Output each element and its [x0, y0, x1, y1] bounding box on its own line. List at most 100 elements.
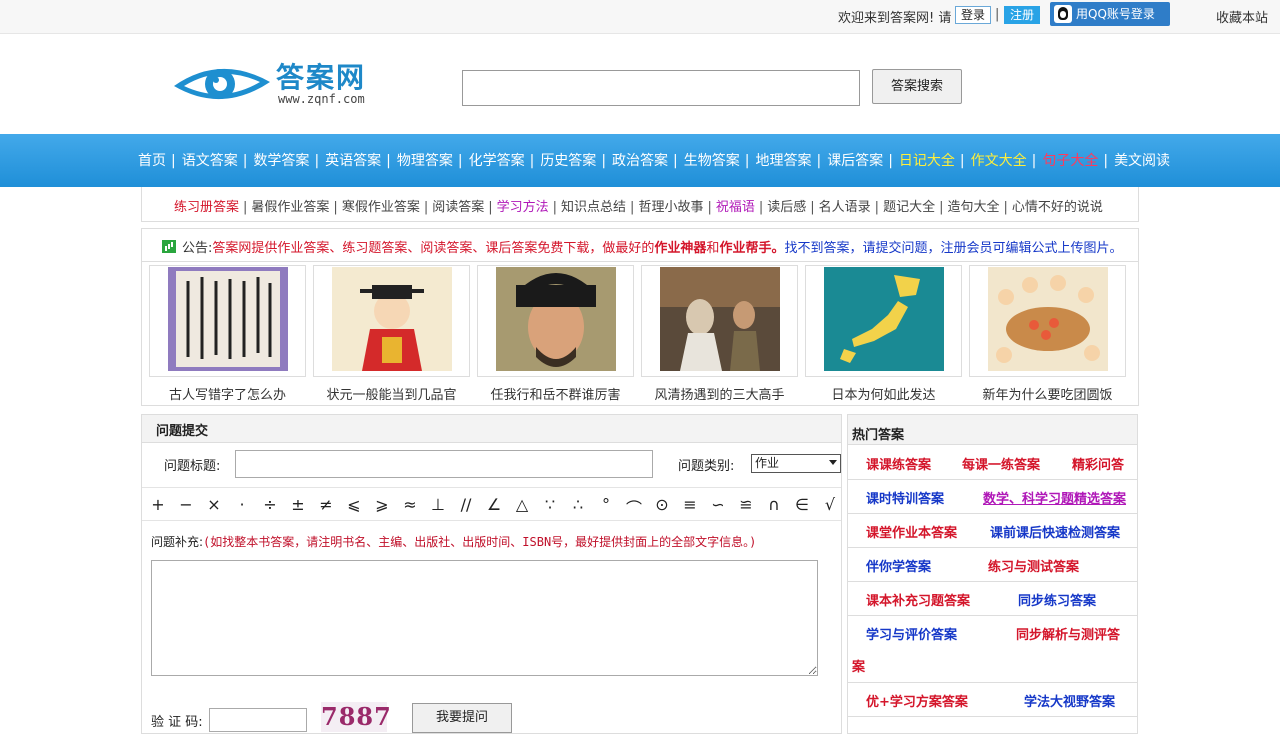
hot-answer-link[interactable]: 学习与评价答案 — [866, 624, 957, 643]
nav-item[interactable]: | 日记大全 — [883, 150, 955, 170]
nav-item[interactable]: | 生物答案 — [668, 150, 740, 170]
math-symbol-button[interactable]: // — [454, 495, 478, 514]
gallery-item[interactable] — [805, 265, 962, 377]
hot-answer-link[interactable]: 案 — [852, 656, 865, 675]
nav-item[interactable]: | 课后答案 — [811, 150, 883, 170]
nav-item[interactable]: | 英语答案 — [309, 150, 381, 170]
hot-answer-link[interactable]: 学法大视野答案 — [1024, 691, 1115, 710]
hot-answer-link[interactable]: 同步解析与测评答 — [1016, 624, 1120, 643]
qq-login-button[interactable]: 用QQ账号登录 — [1050, 2, 1170, 26]
math-symbol-button[interactable]: ∈ — [790, 495, 814, 514]
submit-question-button[interactable]: 我要提问 — [412, 703, 512, 733]
nav-item[interactable]: | 物理答案 — [381, 150, 453, 170]
math-symbol-button[interactable]: ≠ — [314, 495, 338, 514]
search-input[interactable] — [462, 70, 860, 106]
question-title-input[interactable] — [235, 450, 653, 478]
gallery-item[interactable] — [969, 265, 1126, 377]
math-symbol-button[interactable]: ⌒ — [622, 495, 646, 519]
gallery-item[interactable] — [477, 265, 634, 377]
subnav-item[interactable]: | 哲理小故事 — [626, 196, 703, 215]
register-button[interactable]: 注册 — [1004, 6, 1040, 24]
hot-answer-link[interactable]: 课堂作业本答案 — [866, 522, 957, 541]
math-symbol-button[interactable]: ° — [594, 495, 618, 514]
hot-answer-link[interactable]: 练习与测试答案 — [988, 556, 1079, 575]
math-symbol-button[interactable]: ÷ — [258, 495, 282, 514]
subnav-divider: | — [423, 200, 429, 215]
math-symbol-button[interactable]: ∵ — [538, 495, 562, 514]
math-symbol-button[interactable]: ≌ — [734, 495, 758, 514]
search-button[interactable]: 答案搜索 — [872, 69, 962, 104]
hot-answer-link[interactable]: 课课练答案 — [866, 454, 931, 473]
math-symbol-button[interactable]: ∽ — [706, 495, 730, 514]
captcha-image[interactable]: 7887 — [321, 702, 391, 732]
favorite-link[interactable]: 收藏本站 — [1216, 7, 1268, 26]
subnav-item[interactable]: | 寒假作业答案 — [329, 196, 419, 215]
math-symbol-button[interactable]: △ — [510, 495, 534, 514]
nav-item[interactable]: | 数学答案 — [238, 150, 310, 170]
nav-item[interactable]: | 历史答案 — [525, 150, 597, 170]
math-symbol-button[interactable]: ⊥ — [426, 495, 450, 514]
hot-answer-link[interactable]: 课本补充习题答案 — [866, 590, 970, 609]
gallery-item[interactable] — [149, 265, 306, 377]
subnav-item[interactable]: | 知识点总结 — [549, 196, 626, 215]
nav-divider: | — [1031, 153, 1037, 169]
hot-answer-link[interactable]: 精彩问答 — [1072, 454, 1124, 473]
subnav-item[interactable]: 练习册答案 — [174, 196, 239, 215]
math-symbol-button[interactable]: + — [146, 495, 170, 514]
math-symbol-button[interactable]: ⩽ — [342, 495, 366, 514]
nav-item[interactable]: | 美文阅读 — [1098, 150, 1170, 170]
math-symbol-button[interactable]: ∴ — [566, 495, 590, 514]
captcha-input[interactable] — [209, 708, 307, 732]
hot-answer-link[interactable]: 优+学习方案答案 — [866, 691, 968, 710]
supplement-textarea[interactable] — [151, 560, 818, 676]
math-symbol-button[interactable]: ∠ — [482, 495, 506, 514]
math-symbol-button[interactable]: √ — [818, 495, 842, 514]
subnav-item[interactable]: | 心情不好的说说 — [999, 196, 1102, 215]
gallery-item[interactable] — [641, 265, 798, 377]
subnav-item[interactable]: | 祝福语 — [703, 196, 754, 215]
hot-answer-link[interactable]: 课前课后快速检测答案 — [990, 522, 1120, 541]
gallery-item[interactable] — [313, 265, 470, 377]
nav-item[interactable]: | 地理答案 — [740, 150, 812, 170]
nav-item[interactable]: | 政治答案 — [596, 150, 668, 170]
subnav-item-label: 名人语录 — [818, 200, 871, 215]
subnav-item[interactable]: | 读后感 — [755, 196, 806, 215]
math-symbol-button[interactable]: ≡ — [678, 495, 702, 514]
math-symbol-button[interactable]: ± — [286, 495, 310, 514]
subnav-item[interactable]: | 阅读答案 — [420, 196, 484, 215]
subnav-item[interactable]: | 题记大全 — [871, 196, 935, 215]
hot-answers-panel: 热门答案 课课练答案 每课一练答案 精彩问答 课时特训答案 数学、科学习题精选答案 课堂作… — [847, 414, 1138, 734]
math-symbol-button[interactable]: ≈ — [398, 495, 422, 514]
login-button[interactable]: 登录 — [955, 6, 991, 24]
subnav-item[interactable]: | 名人语录 — [806, 196, 870, 215]
nav-item[interactable]: | 化学答案 — [453, 150, 525, 170]
site-logo[interactable]: 答案网 www.zqnf.com — [170, 56, 390, 112]
nav-item-label: 语文答案 — [181, 153, 238, 169]
hot-answer-link[interactable]: 同步练习答案 — [1018, 590, 1096, 609]
gallery-caption: 任我行和岳不群谁厉害 — [490, 388, 621, 403]
nav-item[interactable]: 首页 — [138, 150, 166, 170]
math-symbol-button[interactable]: · — [230, 495, 254, 514]
hot-answer-link[interactable]: 课时特训答案 — [866, 488, 944, 507]
hot-answer-link[interactable]: 每课一练答案 — [962, 454, 1040, 473]
subnav-item-label: 心情不好的说说 — [1011, 200, 1103, 215]
math-symbol-button[interactable]: ∩ — [762, 495, 786, 514]
subnav-item[interactable]: | 暑假作业答案 — [239, 196, 329, 215]
nav-item-label: 课后答案 — [827, 153, 884, 169]
question-category-select[interactable]: 作业 — [751, 454, 841, 473]
nav-item[interactable]: | 句子大全 — [1027, 150, 1099, 170]
hot-answer-link[interactable]: 伴你学答案 — [866, 556, 931, 575]
math-symbol-button[interactable]: − — [174, 495, 198, 514]
calligraphy-image — [168, 267, 288, 371]
nav-item[interactable]: | 语文答案 — [166, 150, 238, 170]
notice-text: 答案网提供作业答案、练习题答案、阅读答案、课后答案免费下载，做最好的 — [212, 241, 655, 256]
math-symbol-button[interactable]: ⊙ — [650, 495, 674, 514]
nav-item[interactable]: | 作文大全 — [955, 150, 1027, 170]
subnav-item[interactable]: | 学习方法 — [484, 196, 548, 215]
math-symbol-button[interactable]: ⩾ — [370, 495, 394, 514]
question-panel: 问题提交 问题标题: 问题类别: 作业 + − × · ÷ ± ≠ ⩽ ⩾ ≈ ⊥//∠ △ ∵ ∴ ° ⌒ ⊙… — [141, 414, 842, 734]
subnav-item[interactable]: | 造句大全 — [935, 196, 999, 215]
math-symbol-button[interactable]: × — [202, 495, 226, 514]
notice-text: 和 — [706, 241, 720, 256]
hot-answer-link[interactable]: 数学、科学习题精选答案 — [983, 488, 1126, 507]
